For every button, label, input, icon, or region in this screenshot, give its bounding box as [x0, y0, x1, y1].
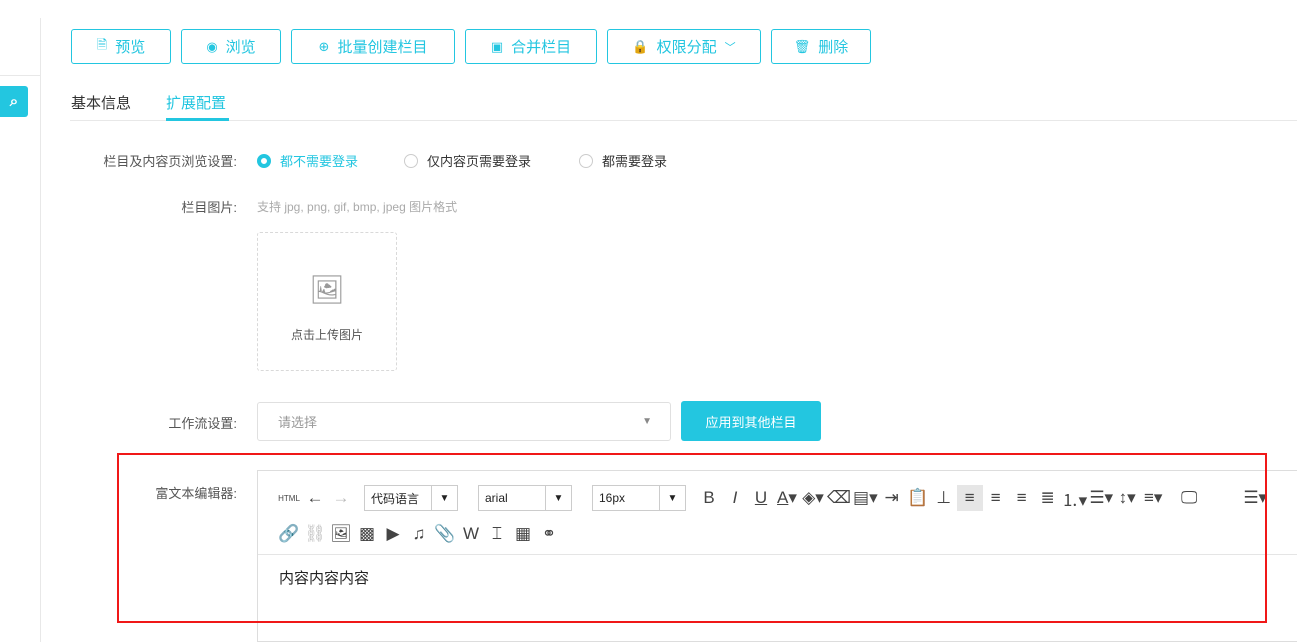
indent-icon[interactable]: ⇥: [879, 485, 905, 511]
bold-icon[interactable]: B: [696, 485, 722, 511]
paste-text-icon[interactable]: 📋: [905, 485, 931, 511]
line-height-icon[interactable]: ↕▾: [1114, 485, 1140, 511]
sidebar-hr: [0, 75, 40, 76]
size-select[interactable]: 16px ▼: [592, 485, 686, 511]
tab-active-indicator: [166, 118, 229, 121]
word-image-icon[interactable]: W: [458, 521, 484, 547]
eraser-icon[interactable]: ⌫: [826, 485, 852, 511]
workflow-placeholder: 请选择: [278, 415, 318, 430]
radio-label: 都需要登录: [602, 154, 668, 169]
music-icon[interactable]: ♫: [406, 521, 432, 547]
radio-icon: [404, 153, 418, 168]
button-label: 删除: [818, 39, 849, 56]
link-icon[interactable]: 🔗: [276, 521, 302, 547]
image-label: 栏目图片:: [181, 200, 237, 215]
radio-label: 仅内容页需要登录: [427, 154, 532, 169]
radio-content-login[interactable]: 仅内容页需要登录: [404, 151, 531, 170]
toolbar-button-lock[interactable]: 🔒 权限分配 ﹀: [607, 29, 761, 64]
button-label: 权限分配: [656, 39, 717, 56]
editor-divider: [258, 554, 1297, 555]
radio-label: 都不需要登录: [280, 154, 359, 169]
align-justify-icon[interactable]: ≣: [1035, 485, 1061, 511]
apply-to-other-button[interactable]: 应用到其他栏目: [681, 401, 821, 441]
toolbar-button-eye[interactable]: ◉ 浏览: [181, 29, 281, 64]
italic-icon[interactable]: I: [722, 485, 748, 511]
ordered-list-icon[interactable]: ⒈▾: [1061, 485, 1089, 511]
trash-icon: 🗑: [793, 38, 811, 54]
multi-image-icon[interactable]: ▩: [354, 521, 380, 547]
align-left-icon[interactable]: ≡: [956, 485, 983, 511]
file-search-icon: 🗎: [96, 36, 108, 52]
unlink-icon[interactable]: ⛓: [302, 521, 328, 547]
toolbar-button-merge[interactable]: ▣ 合并栏目: [465, 29, 597, 64]
undo-icon[interactable]: ←: [302, 485, 328, 511]
table-icon[interactable]: ▦: [510, 521, 536, 547]
sidebar-search-button[interactable]: ⌕: [0, 86, 28, 117]
caret-down-icon: ▼: [642, 416, 652, 427]
eye-icon: ◉: [206, 38, 218, 54]
radio-all-login[interactable]: 都需要登录: [579, 151, 667, 170]
chevron-down-icon: ﹀: [724, 41, 736, 54]
image-add-icon: 🖼: [309, 273, 345, 305]
image-hint: 支持 jpg, png, gif, bmp, jpeg 图片格式: [257, 200, 458, 214]
image-upload[interactable]: 🖼 点击上传图片: [257, 232, 397, 371]
html-source-icon[interactable]: HTML: [276, 485, 302, 511]
editor-label: 富文本编辑器:: [155, 486, 237, 501]
caret-down-icon: ▼: [659, 486, 685, 510]
workflow-select[interactable]: 请选择 ▼: [257, 402, 671, 441]
find-replace-icon[interactable]: ⚭: [536, 521, 562, 547]
toolbar-button-file-search[interactable]: 🗎 预览: [71, 29, 171, 64]
editor-toolbar: HTML ← → 代码语言 ▼ arial ▼ 16px ▼ B I U A ▾ ◈▾ ⌫ ▤▾ ⇥ 📋 ⊥ ≡ ≡ ≡ ≣ ⒈…: [276, 485, 1286, 547]
lock-icon: 🔒: [632, 38, 649, 54]
caret-down-icon: ▼: [431, 486, 457, 510]
tab-basic-info[interactable]: 基本信息: [71, 92, 131, 113]
underline-icon[interactable]: U: [748, 485, 774, 511]
editor-content[interactable]: 内容内容内容: [279, 567, 369, 588]
font-color-icon[interactable]: A ▾: [774, 485, 800, 511]
button-label: 批量创建栏目: [337, 39, 428, 56]
browse-setting-label: 栏目及内容页浏览设置:: [103, 154, 237, 169]
rich-text-editor: HTML ← → 代码语言 ▼ arial ▼ 16px ▼ B I U A ▾ ◈▾ ⌫ ▤▾ ⇥ 📋 ⊥ ≡ ≡ ≡ ≣ ⒈…: [257, 470, 1297, 642]
bg-color-icon[interactable]: ◈▾: [800, 485, 826, 511]
align-center-icon[interactable]: ≡: [1009, 485, 1035, 511]
select-value: 16px: [599, 491, 626, 505]
video-icon[interactable]: ▶: [380, 521, 406, 547]
radio-no-login[interactable]: 都不需要登录: [257, 151, 358, 170]
button-label: 合并栏目: [511, 39, 572, 56]
image-icon[interactable]: 🖼: [328, 521, 354, 547]
tab-divider: [70, 120, 1297, 121]
toolbar-button-trash[interactable]: 🗑 删除: [771, 29, 871, 64]
align-right-icon[interactable]: ≡: [983, 485, 1009, 511]
merge-icon: ▣: [490, 38, 504, 54]
font-select[interactable]: arial ▼: [478, 485, 572, 511]
paragraph-spacing-icon[interactable]: ≡▾: [1140, 485, 1166, 511]
code-lang-select[interactable]: 代码语言 ▼: [364, 485, 458, 511]
radio-icon: [579, 153, 593, 168]
toolbar-button-add-batch[interactable]: ⊕ 批量创建栏目: [291, 29, 455, 64]
select-value: arial: [485, 491, 508, 505]
row-spacing-icon[interactable]: ☰▾: [1242, 485, 1268, 511]
search-icon: ⌕: [9, 93, 19, 110]
button-label: 浏览: [225, 39, 256, 56]
preview-icon[interactable]: 🖵: [1176, 485, 1202, 511]
tab-extended-config[interactable]: 扩展配置: [166, 92, 226, 113]
workflow-label: 工作流设置:: [168, 416, 237, 431]
page-break-icon[interactable]: ⌶: [484, 521, 510, 547]
upload-text: 点击上传图片: [290, 327, 363, 342]
button-label: 预览: [115, 39, 146, 56]
caret-down-icon: ▼: [545, 486, 571, 510]
sidebar-divider: [40, 18, 41, 642]
attachment-icon[interactable]: 📎: [432, 521, 458, 547]
format-brush-icon[interactable]: ⊥: [931, 485, 957, 511]
select-value: 代码语言: [371, 491, 420, 506]
unordered-list-icon[interactable]: ☰▾: [1088, 485, 1114, 511]
radio-icon-checked: [257, 153, 271, 168]
redo-icon[interactable]: →: [328, 485, 354, 511]
add-batch-icon: ⊕: [318, 38, 330, 54]
paragraph-icon[interactable]: ▤▾: [852, 485, 879, 511]
